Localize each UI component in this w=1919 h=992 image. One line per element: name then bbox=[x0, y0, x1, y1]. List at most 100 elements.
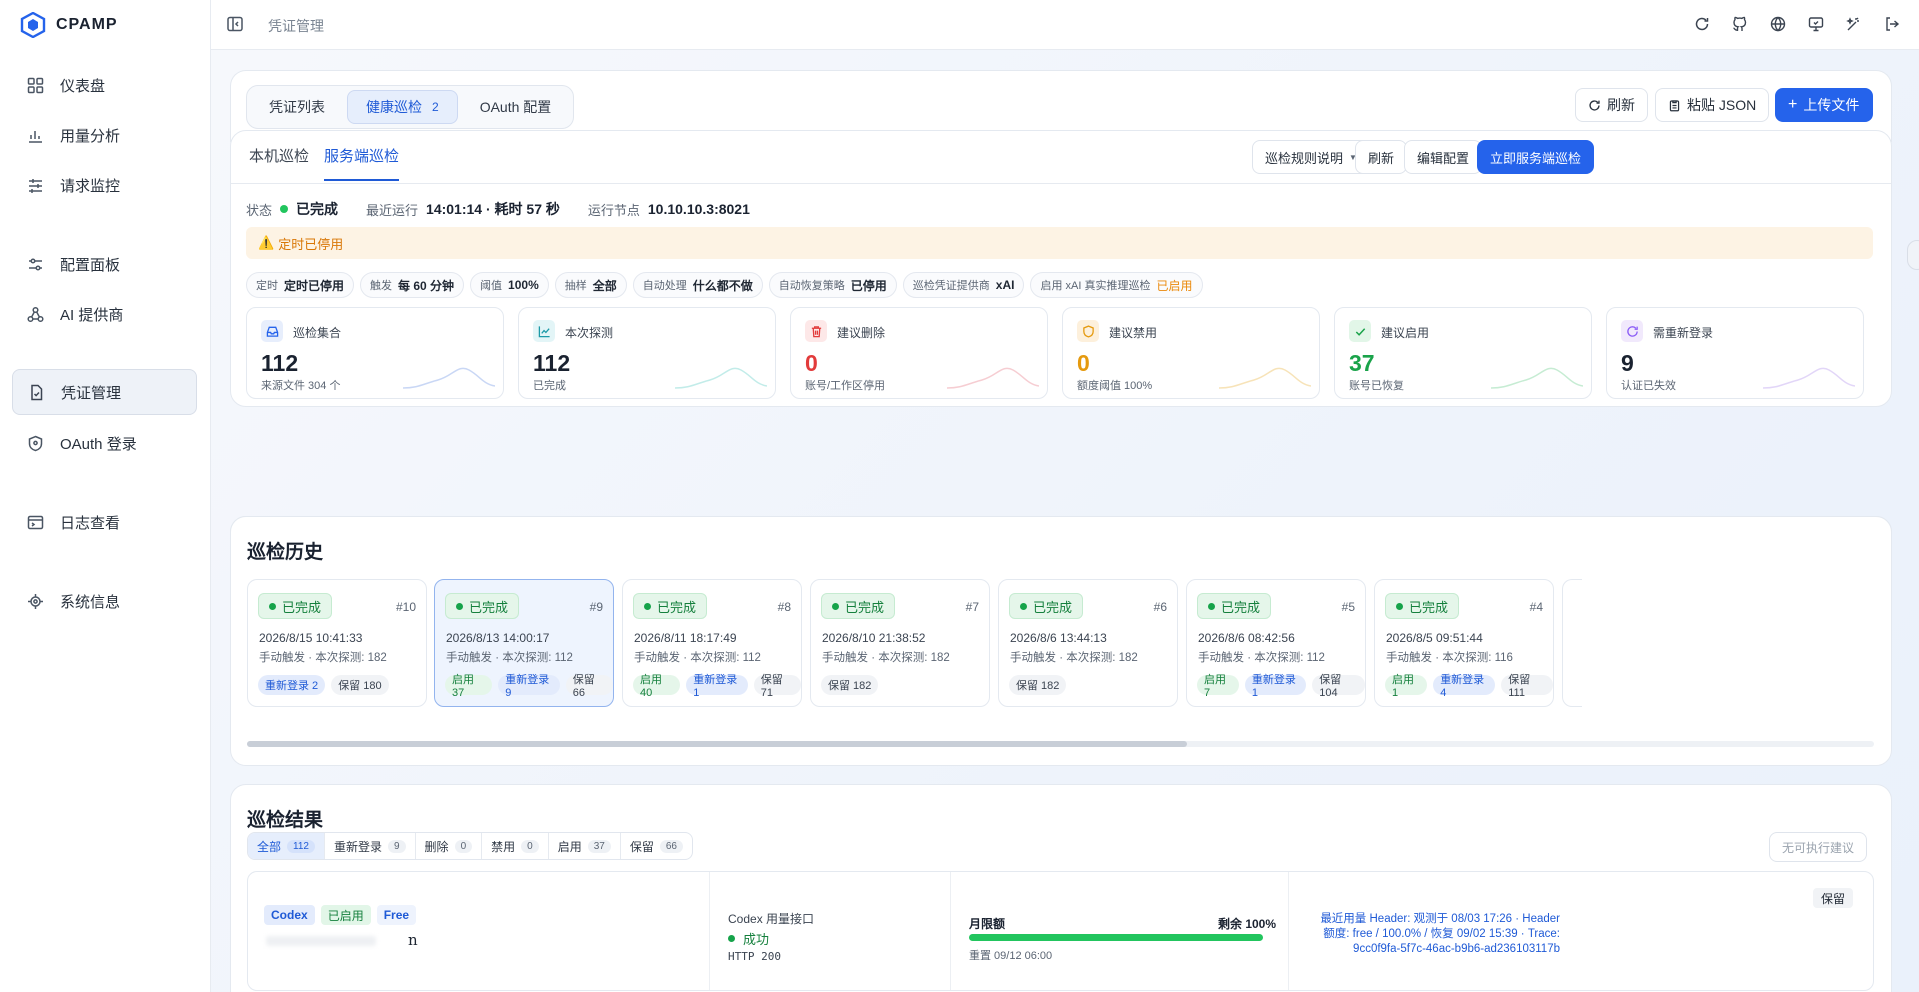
history-scrollbar[interactable] bbox=[247, 741, 1874, 747]
tab-server-inspection[interactable]: 服务端巡检 bbox=[324, 145, 400, 181]
run-date: 2026/8/15 10:41:33 bbox=[259, 631, 363, 645]
tab-local-inspection[interactable]: 本机巡检 bbox=[249, 145, 309, 179]
status-badge: 已完成 bbox=[1385, 593, 1460, 619]
tab-label: OAuth 配置 bbox=[479, 99, 552, 115]
chip-auto-handle: 自动处理 什么都不做 bbox=[632, 272, 763, 298]
run-number: #7 bbox=[965, 600, 979, 614]
nav-item-oauth-login[interactable]: OAuth 登录 bbox=[12, 420, 197, 466]
nav-item-logs[interactable]: 日志查看 bbox=[12, 499, 197, 545]
app-logo[interactable]: CPAMP bbox=[20, 11, 118, 38]
last-run-label: 最近运行 bbox=[366, 202, 419, 218]
divider bbox=[709, 872, 710, 990]
run-tags: 启用 37 重新登录 9 保留 66 bbox=[445, 674, 614, 699]
refresh-icon bbox=[1589, 99, 1600, 111]
history-run-card[interactable]: 已完成 #8 2026/8/11 18:17:49 手动触发 · 本次探测: 1… bbox=[622, 579, 802, 707]
upload-file-button[interactable]: + 上传文件 bbox=[1775, 88, 1873, 122]
divider bbox=[950, 872, 951, 990]
nav-item-config-panel[interactable]: 配置面板 bbox=[12, 241, 197, 287]
http-status: HTTP 200 bbox=[728, 950, 781, 963]
filter-label: 删除 bbox=[424, 839, 449, 854]
paste-json-button[interactable]: 粘贴 JSON bbox=[1655, 88, 1770, 122]
refresh-icon[interactable] bbox=[1693, 15, 1711, 33]
rules-dropdown[interactable]: 巡检规则说明 ▼ bbox=[1252, 140, 1370, 174]
nav-label: OAuth 登录 bbox=[60, 435, 137, 453]
chip-value: 已启用 bbox=[1156, 278, 1193, 293]
history-run-card-selected[interactable]: 已完成 #9 2026/8/13 14:00:17 手动触发 · 本次探测: 1… bbox=[434, 579, 614, 707]
status-text: 已完成 bbox=[282, 599, 322, 615]
nav-item-usage[interactable]: 用量分析 bbox=[12, 112, 197, 158]
stat-card-probed: 本次探测 112 已完成 bbox=[518, 307, 776, 399]
chip-trigger: 触发每 60 分钟 bbox=[360, 272, 465, 298]
nav-item-ai-providers[interactable]: AI 提供商 bbox=[12, 291, 197, 337]
nav-item-request-monitor[interactable]: 请求监控 bbox=[12, 162, 197, 208]
warning-icon: ⚠️ bbox=[258, 235, 275, 250]
sparkle-icon[interactable] bbox=[1845, 15, 1863, 33]
result-details: 最近用量 Header: 观测于 08/03 17:26 · Header 额度… bbox=[1320, 913, 1560, 955]
edge-handle[interactable] bbox=[1907, 240, 1919, 270]
nav-item-system-info[interactable]: 系统信息 bbox=[12, 578, 197, 624]
sliders-icon bbox=[26, 176, 44, 194]
line-chart-icon bbox=[533, 320, 555, 342]
filter-delete[interactable]: 删除 0 bbox=[416, 833, 483, 859]
history-run-card[interactable]: 已完成 #6 2026/8/6 13:44:13 手动触发 · 本次探测: 18… bbox=[998, 579, 1178, 707]
quota-progress-fill bbox=[969, 934, 1263, 941]
chip-key: 定时 bbox=[256, 280, 278, 292]
status-text: 已完成 bbox=[657, 599, 697, 615]
inspection-refresh-button[interactable]: 刷新 bbox=[1355, 140, 1408, 174]
stat-label: 巡检集合 bbox=[293, 326, 342, 340]
run-desc: 手动触发 · 本次探测: 112 bbox=[446, 652, 573, 664]
bar-chart-icon bbox=[26, 126, 44, 144]
document-check-icon bbox=[27, 383, 45, 401]
run-number: #8 bbox=[777, 600, 791, 614]
history-run-card[interactable]: 已完成 #10 2026/8/15 10:41:33 手动触发 · 本次探测: … bbox=[247, 579, 427, 707]
logo-icon bbox=[20, 11, 46, 38]
config-chips: 定时 定时已停用 触发每 60 分钟 阈值 100% 抽样 全部 自动处理 什么都不做 … bbox=[246, 272, 1203, 298]
divider bbox=[1288, 872, 1289, 990]
logout-icon[interactable] bbox=[1883, 15, 1901, 33]
top-actions bbox=[1693, 15, 1901, 33]
no-action-button[interactable]: 无可执行建议 bbox=[1769, 832, 1868, 862]
stat-value: 112 bbox=[533, 350, 571, 376]
nav-item-credentials[interactable]: 凭证管理 bbox=[12, 369, 197, 415]
filter-relogin[interactable]: 重新登录 9 bbox=[325, 833, 416, 859]
scrollbar-thumb[interactable] bbox=[247, 741, 1187, 747]
globe-icon[interactable] bbox=[1769, 15, 1787, 33]
refresh-button[interactable]: 刷新 bbox=[1575, 88, 1648, 122]
filter-count: 112 bbox=[287, 839, 315, 853]
network-icon bbox=[26, 305, 44, 323]
chip-value: 定时已停用 bbox=[284, 278, 345, 293]
github-icon[interactable] bbox=[1731, 15, 1749, 33]
chip-key: 启用 xAI 真实推理巡检 bbox=[1040, 280, 1151, 292]
tag-relogin: 重新登录 1 bbox=[1244, 674, 1307, 699]
sidebar-toggle-icon[interactable] bbox=[226, 15, 244, 33]
stat-card-suggest-enable: 建议启用 37 账号已恢复 bbox=[1334, 307, 1592, 399]
history-run-card[interactable]: 已完成 #5 2026/8/6 08:42:56 手动触发 · 本次探测: 11… bbox=[1186, 579, 1366, 707]
button-label: 巡检规则说明 bbox=[1265, 150, 1344, 166]
tab-credential-list[interactable]: 凭证列表 bbox=[251, 90, 343, 124]
results-section: 巡检结果 全部 112 重新登录 9 删除 0 禁用 0 启用 37 保留 66 无可执行建… bbox=[230, 784, 1892, 992]
filter-all[interactable]: 全部 112 bbox=[248, 833, 325, 859]
filter-keep[interactable]: 保留 66 bbox=[621, 833, 692, 859]
stat-label: 本次探测 bbox=[565, 326, 614, 340]
run-server-inspection-button[interactable]: 立即服务端巡检 bbox=[1477, 140, 1595, 174]
quota-reset: 重置 09/12 06:00 bbox=[969, 950, 1053, 962]
run-date: 2026/8/6 08:42:56 bbox=[1198, 631, 1295, 645]
nav-item-dashboard[interactable]: 仪表盘 bbox=[12, 62, 197, 108]
monitor-icon[interactable] bbox=[1807, 15, 1825, 33]
filter-count: 66 bbox=[659, 839, 683, 853]
chip-key: 抽样 bbox=[564, 280, 587, 292]
history-title: 巡检历史 bbox=[247, 542, 324, 563]
history-run-card[interactable]: 已完成 #7 2026/8/10 21:38:52 手动触发 · 本次探测: 1… bbox=[810, 579, 990, 707]
tab-oauth-config[interactable]: OAuth 配置 bbox=[462, 90, 570, 124]
tab-health-check[interactable]: 健康巡检 2 bbox=[347, 90, 458, 124]
chip-key: 自动处理 bbox=[642, 280, 687, 292]
filter-disable[interactable]: 禁用 0 bbox=[482, 833, 549, 859]
credential-name: n bbox=[408, 931, 418, 949]
status-badge: 已完成 bbox=[633, 593, 708, 619]
history-run-card-partial[interactable] bbox=[1562, 579, 1582, 707]
sparkline bbox=[675, 367, 767, 389]
edit-config-button[interactable]: 编辑配置 bbox=[1404, 140, 1483, 174]
filter-enable[interactable]: 启用 37 bbox=[549, 833, 621, 859]
history-run-card[interactable]: 已完成 #4 2026/8/5 09:51:44 手动触发 · 本次探测: 11… bbox=[1374, 579, 1554, 707]
chip-value: 每 60 分钟 bbox=[398, 278, 455, 293]
